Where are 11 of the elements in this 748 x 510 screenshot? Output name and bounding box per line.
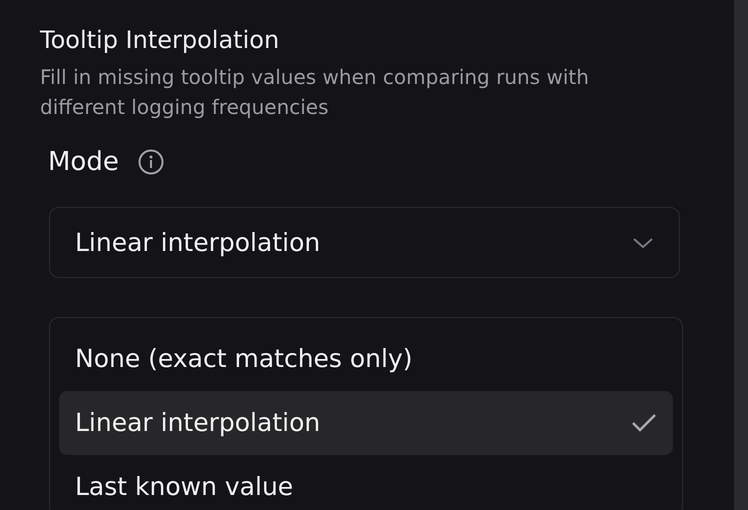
- checkmark-icon: [631, 413, 657, 433]
- info-icon[interactable]: [136, 148, 165, 176]
- section-title: Tooltip Interpolation: [40, 25, 280, 56]
- menu-option[interactable]: Linear interpolation: [59, 391, 673, 455]
- menu-option[interactable]: Last known value: [59, 455, 673, 510]
- section-description: Fill in missing tooltip values when comparing runs with different logging frequencies: [40, 64, 590, 121]
- chevron-down-icon: [632, 236, 654, 248]
- menu-option[interactable]: None (exact matches only): [59, 327, 673, 391]
- field-label: Mode: [48, 146, 119, 178]
- scrollbar[interactable]: [734, 0, 748, 510]
- mode-select[interactable]: Linear interpolation: [49, 207, 680, 278]
